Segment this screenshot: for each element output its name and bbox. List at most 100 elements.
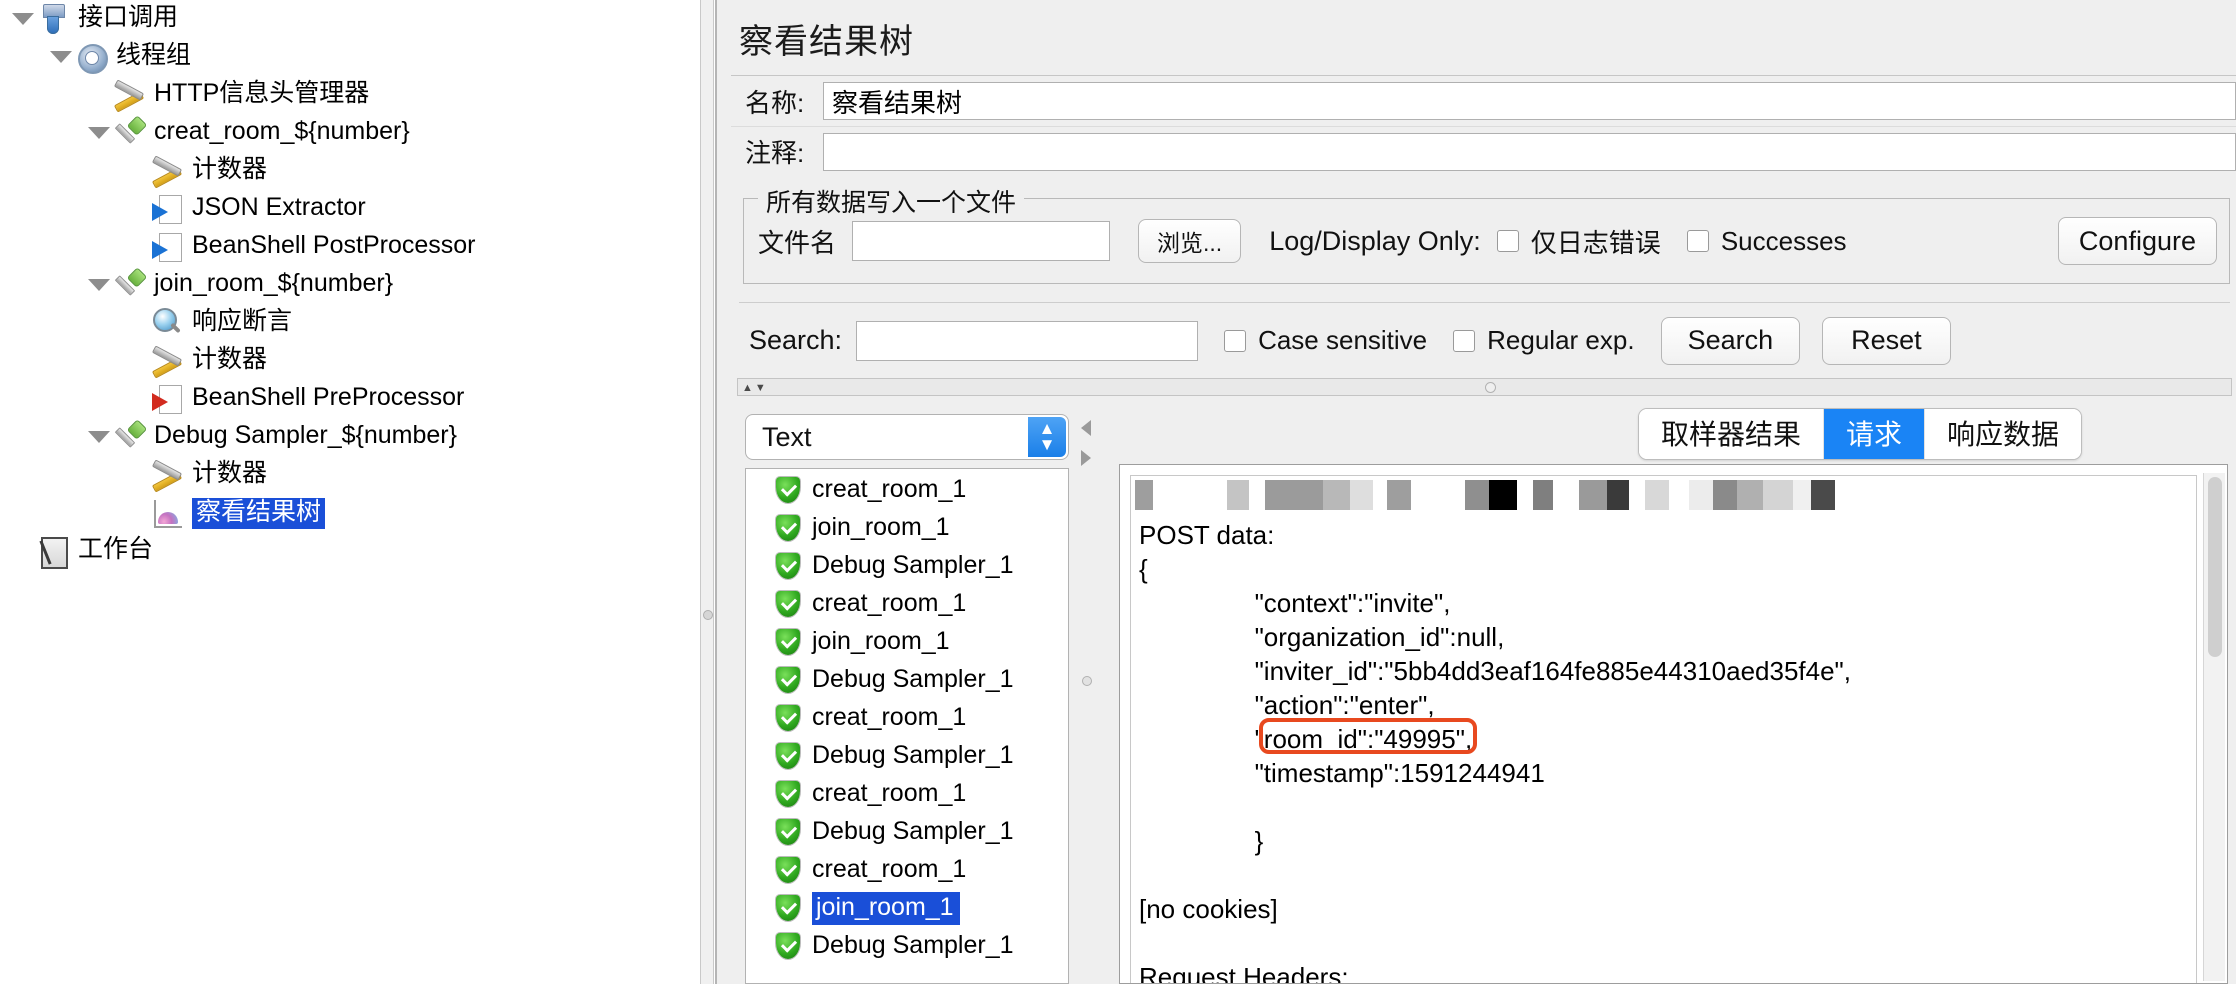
list-item[interactable]: creat_room_1 — [746, 471, 1068, 509]
successes-checkbox-wrap[interactable]: Successes — [1686, 225, 1847, 257]
tree-node-2[interactable]: HTTP信息头管理器 — [0, 76, 700, 114]
success-shield-icon — [776, 553, 800, 579]
tree-toggle-spacer — [124, 342, 150, 380]
tree-node-label: 计数器 — [192, 345, 268, 373]
config-element-icon — [150, 344, 184, 378]
tree-node-1[interactable]: 线程组 — [0, 38, 700, 76]
list-item[interactable]: creat_room_1 — [746, 775, 1068, 813]
tab-1[interactable]: 请求 — [1822, 409, 1924, 459]
results-splitter-grip[interactable] — [1082, 676, 1092, 686]
configure-button[interactable]: Configure — [2057, 217, 2217, 265]
name-label: 名称: — [745, 87, 805, 118]
detail-view: POST data: { "context":"invite", "organi… — [1119, 464, 2228, 984]
success-shield-icon — [776, 895, 800, 921]
tree-node-9[interactable]: 计数器 — [0, 342, 700, 380]
detail-right-gutter — [2228, 462, 2232, 984]
results-area: Text ▲ ▼ creat_room_1 join_room_1 Debug Sam… — [737, 406, 2232, 984]
errors-only-checkbox[interactable] — [1496, 230, 1519, 252]
successes-checkbox[interactable] — [1686, 230, 1709, 252]
list-item[interactable]: join_room_1 — [746, 889, 1068, 927]
tree-node-0[interactable]: 接口调用 — [0, 0, 700, 38]
tree-toggle-spacer — [124, 152, 150, 190]
list-item[interactable]: Debug Sampler_1 — [746, 547, 1068, 585]
http-sampler-icon — [112, 420, 146, 454]
tree-node-11[interactable]: Debug Sampler_${number} — [0, 418, 700, 456]
tree-node-13[interactable]: 察看结果树 — [0, 494, 700, 532]
tree-node-4[interactable]: 计数器 — [0, 152, 700, 190]
tree-expand-toggle-icon[interactable] — [86, 418, 112, 456]
splitter-grip[interactable] — [703, 610, 713, 620]
tree-expand-toggle-icon[interactable] — [86, 266, 112, 304]
tab-0[interactable]: 取样器结果 — [1638, 409, 1823, 459]
results-inner-splitter[interactable] — [1077, 406, 1097, 984]
result-label: creat_room_1 — [812, 854, 967, 883]
chevron-updown-icon[interactable]: ▲ ▼ — [1028, 417, 1066, 457]
browse-button[interactable]: 浏览... — [1138, 219, 1242, 263]
renderer-select[interactable]: Text ▲ ▼ — [745, 414, 1069, 460]
result-label: join_room_1 — [812, 626, 950, 655]
tree-node-5[interactable]: JSON Extractor — [0, 190, 700, 228]
errors-only-checkbox-wrap[interactable]: 仅日志错误 — [1496, 223, 1661, 260]
collapse-right-arrow-icon[interactable] — [1081, 450, 1091, 466]
tree-node-label: 工作台 — [78, 535, 154, 563]
list-item[interactable]: creat_room_1 — [746, 699, 1068, 737]
list-item[interactable]: Debug Sampler_1 — [746, 927, 1068, 965]
tree-node-8[interactable]: 响应断言 — [0, 304, 700, 342]
renderer-select-value: Text — [762, 421, 812, 452]
tree-node-14[interactable]: 工作台 — [0, 532, 700, 570]
list-item[interactable]: Debug Sampler_1 — [746, 813, 1068, 851]
filename-input[interactable] — [852, 221, 1111, 261]
result-label: Debug Sampler_1 — [812, 664, 1014, 693]
search-button[interactable]: Search — [1660, 316, 1801, 365]
redacted-line — [1135, 480, 1925, 510]
case-sensitive-checkbox-wrap[interactable]: Case sensitive — [1224, 325, 1427, 356]
test-plan-tree-pane[interactable]: 接口调用 线程组 HTTP信息头管理器 creat_room_${number} 计数器… — [0, 0, 700, 984]
tree-node-label: JSON Extractor — [192, 193, 366, 221]
view-results-tree-panel: 察看结果树 名称: 察看结果树 注释: 所有数据写入一个文件 文件名 浏览...… — [715, 0, 2236, 984]
main-splitter[interactable] — [700, 0, 714, 984]
results-list[interactable]: creat_room_1 join_room_1 Debug Sampler_1 cr… — [745, 468, 1069, 984]
list-item[interactable]: Debug Sampler_1 — [746, 661, 1068, 699]
tree-node-6[interactable]: BeanShell PostProcessor — [0, 228, 700, 266]
tree-node-label: Debug Sampler_${number} — [154, 421, 457, 449]
tree-node-12[interactable]: 计数器 — [0, 456, 700, 494]
tree-node-label: 计数器 — [192, 459, 268, 487]
regular-exp-checkbox[interactable] — [1453, 329, 1476, 352]
splitter-arrows-icon[interactable]: ▲▼ — [742, 382, 768, 394]
tree-node-10[interactable]: BeanShell PreProcessor — [0, 380, 700, 418]
list-item[interactable]: creat_room_1 — [746, 585, 1068, 623]
splitter-knob[interactable] — [1484, 382, 1496, 393]
request-body-text: POST data: { "context":"invite", "organi… — [1139, 520, 1852, 983]
list-item[interactable]: Debug Sampler_1 — [746, 737, 1068, 775]
reset-button[interactable]: Reset — [1822, 316, 1951, 365]
tree-toggle-spacer — [86, 76, 112, 114]
regular-exp-checkbox-wrap[interactable]: Regular exp. — [1453, 325, 1635, 356]
search-label: Search: — [749, 325, 843, 355]
tree-node-label: creat_room_${number} — [154, 117, 410, 145]
thread-group-icon — [74, 40, 108, 74]
list-item[interactable]: join_room_1 — [746, 509, 1068, 547]
tab-2[interactable]: 响应数据 — [1923, 409, 2081, 459]
success-shield-icon — [776, 667, 800, 693]
comment-label: 注释: — [745, 138, 805, 168]
case-sensitive-checkbox[interactable] — [1224, 329, 1247, 352]
result-label: Debug Sampler_1 — [812, 740, 1014, 769]
comment-input[interactable] — [823, 132, 2236, 171]
list-item[interactable]: join_room_1 — [746, 623, 1068, 661]
horizontal-splitter-strip[interactable]: ▲▼ — [737, 378, 2232, 396]
list-item[interactable]: creat_room_1 — [746, 851, 1068, 889]
filename-label: 文件名 — [758, 227, 837, 258]
tree-node-7[interactable]: join_room_${number} — [0, 266, 700, 304]
collapse-left-arrow-icon[interactable] — [1081, 420, 1091, 436]
test-plan-icon — [36, 2, 70, 36]
tree-expand-toggle-icon[interactable] — [48, 38, 74, 76]
detail-vertical-scrollbar[interactable] — [2203, 473, 2225, 981]
tree-expand-toggle-icon[interactable] — [10, 0, 36, 38]
search-input[interactable] — [856, 320, 1199, 361]
detail-text-frame[interactable]: POST data: { "context":"invite", "organi… — [1130, 475, 2197, 983]
scrollbar-thumb[interactable] — [2208, 477, 2222, 657]
tree-expand-toggle-icon[interactable] — [86, 114, 112, 152]
successes-label: Successes — [1720, 225, 1847, 256]
tree-node-3[interactable]: creat_room_${number} — [0, 114, 700, 152]
name-input[interactable]: 察看结果树 — [823, 82, 2236, 120]
